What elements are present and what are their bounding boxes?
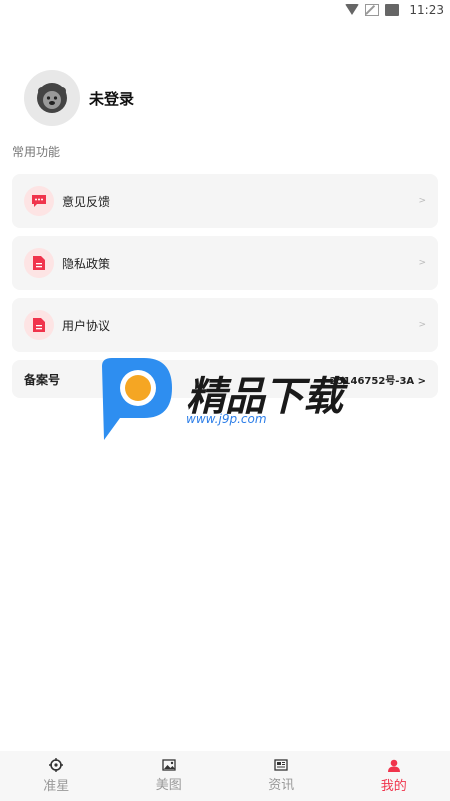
status-bar: 11:23 — [0, 0, 450, 20]
tab-mine[interactable]: 我的 — [338, 751, 450, 801]
watermark-logo-icon — [102, 358, 172, 440]
message-icon — [24, 186, 54, 216]
login-status-text[interactable]: 未登录 — [89, 88, 134, 109]
tab-label: 准星 — [43, 779, 70, 794]
clock: 11:23 — [409, 3, 444, 17]
chevron-right-icon: > — [418, 320, 426, 330]
battery-icon — [385, 4, 400, 16]
tab-label: 资讯 — [268, 778, 295, 793]
crosshair-icon — [49, 758, 64, 772]
user-agreement-label: 用户协议 — [62, 318, 111, 333]
watermark: 精品下载 www.j9p.com — [98, 356, 358, 442]
watermark-url: www.j9p.com — [186, 412, 267, 426]
image-icon — [162, 759, 176, 771]
document-icon — [24, 310, 54, 340]
user-agreement-item[interactable]: 用户协议 > — [12, 298, 438, 352]
section-title: 常用功能 — [12, 145, 61, 159]
bottom-tab-bar: 准星 美图 资讯 我的 — [0, 751, 450, 801]
lion-avatar-icon — [37, 83, 67, 113]
chevron-right-icon: > — [418, 258, 426, 268]
privacy-policy-item[interactable]: 隐私政策 > — [12, 236, 438, 290]
no-sim-icon — [365, 4, 380, 16]
tab-news[interactable]: 资讯 — [225, 751, 338, 801]
tab-crosshair[interactable]: 准星 — [0, 751, 113, 801]
document-icon — [24, 248, 54, 278]
tab-images[interactable]: 美图 — [113, 751, 226, 801]
feedback-item[interactable]: 意见反馈 > — [12, 174, 438, 228]
tab-label: 我的 — [380, 778, 407, 794]
wifi-icon — [345, 4, 360, 16]
tab-label: 美图 — [155, 778, 182, 793]
icp-record-label: 备案号 — [24, 372, 61, 387]
avatar[interactable] — [24, 70, 80, 126]
privacy-policy-label: 隐私政策 — [62, 256, 111, 271]
feedback-label: 意见反馈 — [62, 194, 111, 209]
chevron-right-icon: > — [418, 196, 426, 206]
profile-header[interactable]: 未登录 — [24, 70, 134, 126]
user-icon — [387, 759, 400, 772]
news-icon — [274, 759, 288, 771]
